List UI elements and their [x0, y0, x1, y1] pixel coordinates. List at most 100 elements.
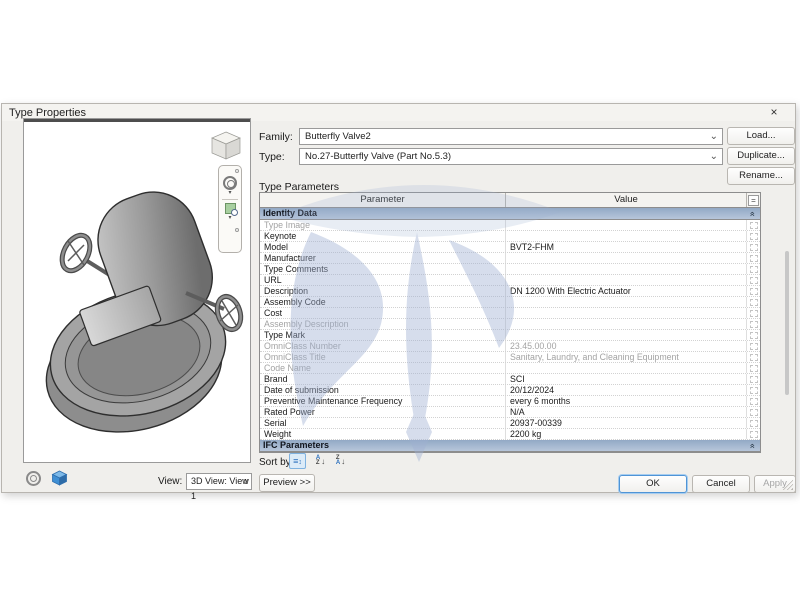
- associate-param-button[interactable]: [750, 277, 758, 284]
- duplicate-button[interactable]: Duplicate...: [727, 147, 795, 165]
- parameter-value-cell[interactable]: [506, 308, 747, 318]
- associate-param-cell: [747, 297, 760, 307]
- table-row[interactable]: Preventive Maintenance Frequencyevery 6 …: [260, 396, 760, 407]
- table-row[interactable]: Assembly Code: [260, 297, 760, 308]
- associate-param-button[interactable]: [750, 222, 758, 229]
- parameter-value-cell[interactable]: BVT2-FHM: [506, 242, 747, 252]
- parameter-value-cell[interactable]: [506, 319, 747, 329]
- associate-param-button[interactable]: [750, 398, 758, 405]
- parameter-value-cell[interactable]: 20937-00339: [506, 418, 747, 428]
- table-row[interactable]: Cost: [260, 308, 760, 319]
- parameter-value-cell[interactable]: [506, 297, 747, 307]
- preview-viewport[interactable]: ▾ ▾: [23, 118, 251, 463]
- associate-param-button[interactable]: [750, 343, 758, 350]
- associate-param-button[interactable]: [750, 420, 758, 427]
- parameter-value-cell[interactable]: [506, 452, 747, 453]
- load-button[interactable]: Load...: [727, 127, 795, 145]
- table-row[interactable]: Date of submission20/12/2024: [260, 385, 760, 396]
- table-scrollbar[interactable]: [785, 251, 789, 395]
- associate-param-cell: [747, 330, 760, 340]
- cancel-button[interactable]: Cancel: [692, 475, 750, 493]
- table-row[interactable]: Keynote: [260, 231, 760, 242]
- associate-param-button[interactable]: [750, 244, 758, 251]
- table-row[interactable]: ModelBVT2-FHM: [260, 242, 760, 253]
- table-row[interactable]: Type Mark: [260, 330, 760, 341]
- sort-default-button[interactable]: ≡↕: [289, 453, 306, 469]
- associate-param-button[interactable]: [750, 409, 758, 416]
- sort-default-icon: ≡↕: [293, 456, 302, 466]
- family-dropdown[interactable]: Butterfly Valve2 ⌄: [299, 128, 723, 145]
- parameter-value-cell[interactable]: [506, 363, 747, 373]
- parameter-value-cell[interactable]: DN 1200 With Electric Actuator: [506, 286, 747, 296]
- parameter-value-cell[interactable]: 2200 kg: [506, 429, 747, 439]
- parameter-value-cell[interactable]: [506, 231, 747, 241]
- table-row[interactable]: Type Comments: [260, 264, 760, 275]
- associate-param-button[interactable]: [750, 365, 758, 372]
- associate-param-button[interactable]: [750, 332, 758, 339]
- parameter-value-cell[interactable]: Sanitary, Laundry, and Cleaning Equipmen…: [506, 352, 747, 362]
- associate-param-cell: [747, 385, 760, 395]
- collapse-icon[interactable]: «: [748, 439, 758, 453]
- equals-icon[interactable]: =: [748, 195, 759, 206]
- parameter-value-cell[interactable]: [506, 220, 747, 230]
- steering-wheel-button[interactable]: [26, 471, 41, 486]
- sort-ascending-button[interactable]: AZ ↓: [312, 453, 329, 469]
- parameter-value-cell[interactable]: 20/12/2024: [506, 385, 747, 395]
- valve-3d-model: [26, 177, 248, 447]
- table-row[interactable]: Weight2200 kg: [260, 429, 760, 440]
- sort-descending-button[interactable]: ZA ↓: [332, 453, 349, 469]
- parameter-name-cell: Date of submission: [260, 385, 506, 395]
- associate-param-button[interactable]: [750, 376, 758, 383]
- table-row[interactable]: DescriptionDN 1200 With Electric Actuato…: [260, 286, 760, 297]
- collapse-icon[interactable]: «: [748, 207, 758, 221]
- viewport-top-edge: [24, 119, 250, 122]
- parameter-value-cell[interactable]: [506, 330, 747, 340]
- table-row[interactable]: OmniClass Number23.45.00.00: [260, 341, 760, 352]
- table-row[interactable]: Type Image: [260, 220, 760, 231]
- parameter-value-cell[interactable]: 23.45.00.00: [506, 341, 747, 351]
- table-row[interactable]: BrandSCI: [260, 374, 760, 385]
- associate-param-button[interactable]: [750, 299, 758, 306]
- viewcube-icon[interactable]: [207, 128, 245, 162]
- table-row[interactable]: Manufacturer: [260, 253, 760, 264]
- parameter-value-cell[interactable]: [506, 253, 747, 263]
- associate-param-cell: [747, 418, 760, 428]
- associate-param-button[interactable]: [750, 431, 758, 438]
- associate-param-button[interactable]: [750, 266, 758, 273]
- ok-button[interactable]: OK: [619, 475, 687, 493]
- column-header-parameter[interactable]: Parameter: [260, 193, 506, 207]
- associate-param-cell: [747, 452, 760, 453]
- table-row[interactable]: Serial20937-00339: [260, 418, 760, 429]
- parameter-name-cell: Weight: [260, 429, 506, 439]
- sort-az-icon: AZ: [316, 456, 320, 466]
- column-header-value[interactable]: Value: [506, 193, 747, 207]
- parameter-value-cell[interactable]: every 6 months: [506, 396, 747, 406]
- associate-param-button[interactable]: [750, 354, 758, 361]
- close-icon[interactable]: ×: [765, 105, 783, 120]
- parameter-value-cell[interactable]: SCI: [506, 374, 747, 384]
- param-section-row[interactable]: Identity Data«: [260, 208, 760, 220]
- 3d-cube-button[interactable]: [51, 470, 68, 486]
- navbar-customize-dot[interactable]: [235, 169, 239, 173]
- parameter-value-cell[interactable]: N/A: [506, 407, 747, 417]
- table-row[interactable]: OmniClass TitleSanitary, Laundry, and Cl…: [260, 352, 760, 363]
- associate-param-button[interactable]: [750, 321, 758, 328]
- parameter-value-cell[interactable]: [506, 275, 747, 285]
- table-row[interactable]: URL: [260, 275, 760, 286]
- table-row[interactable]: Assembly Description: [260, 319, 760, 330]
- parameter-value-cell[interactable]: [506, 264, 747, 274]
- section-label: Identity Data: [260, 208, 746, 219]
- associate-param-button[interactable]: [750, 387, 758, 394]
- associate-param-button[interactable]: [750, 310, 758, 317]
- table-row[interactable]: Code Name: [260, 363, 760, 374]
- type-dropdown[interactable]: No.27-Butterfly Valve (Part No.5.3) ⌄: [299, 148, 723, 165]
- param-section-row[interactable]: IFC Parameters«: [260, 440, 760, 452]
- associate-param-button[interactable]: [750, 255, 758, 262]
- preview-toggle-button[interactable]: Preview >>: [259, 474, 315, 492]
- view-dropdown[interactable]: 3D View: View 1 v: [186, 473, 252, 490]
- resize-grip[interactable]: [783, 480, 793, 490]
- rename-button[interactable]: Rename...: [727, 167, 795, 185]
- associate-param-button[interactable]: [750, 288, 758, 295]
- table-row[interactable]: Rated PowerN/A: [260, 407, 760, 418]
- associate-param-button[interactable]: [750, 233, 758, 240]
